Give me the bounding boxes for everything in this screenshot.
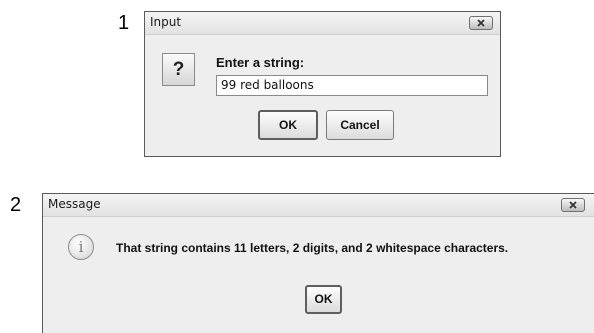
input-dialog: Input ? Enter a string: 99 red balloons …: [144, 11, 501, 157]
string-input[interactable]: 99 red balloons: [216, 75, 488, 96]
message-dialog: Message i That string contains 11 letter…: [42, 193, 594, 333]
ok-button[interactable]: OK: [258, 110, 318, 140]
message-ok-button[interactable]: OK: [305, 285, 342, 314]
step-label-1: 1: [118, 12, 130, 34]
close-icon: [569, 201, 577, 209]
info-icon: i: [68, 234, 94, 260]
input-dialog-titlebar: Input: [145, 12, 500, 35]
message-dialog-title: Message: [48, 197, 101, 211]
close-icon: [477, 19, 485, 27]
step-label-2: 2: [10, 194, 22, 216]
question-icon: ?: [162, 53, 195, 86]
input-prompt: Enter a string:: [216, 55, 305, 70]
message-dialog-titlebar: Message: [43, 194, 594, 217]
cancel-button[interactable]: Cancel: [326, 110, 394, 140]
message-dialog-close-button[interactable]: [561, 198, 585, 212]
message-text: That string contains 11 letters, 2 digit…: [116, 241, 509, 255]
input-dialog-close-button[interactable]: [469, 16, 493, 30]
input-dialog-title: Input: [150, 15, 182, 29]
